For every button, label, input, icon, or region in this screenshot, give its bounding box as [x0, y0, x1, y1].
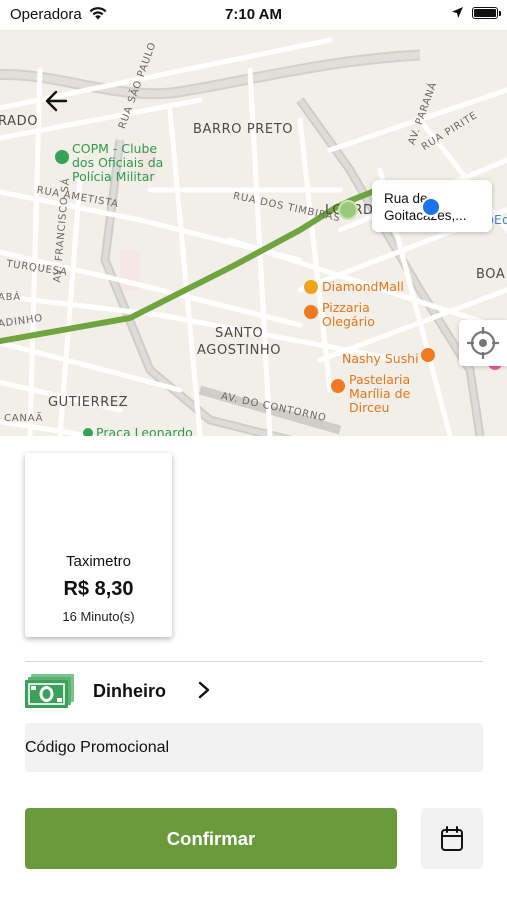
crosshair-icon — [467, 327, 499, 359]
poi-label-copm[interactable]: COPM - Clube dos Oficiais da Polícia Mil… — [72, 142, 172, 184]
payment-method-selector[interactable]: Dinheiro — [25, 670, 483, 712]
location-arrow-icon — [452, 7, 463, 18]
street-label: CANAÃ — [4, 413, 44, 424]
poi-label-pastelaria[interactable]: Pastelaria Marília de Dirceu — [349, 373, 431, 415]
promo-code-placeholder: Código Promocional — [25, 739, 170, 756]
poi-label-edge[interactable]: Ed — [494, 213, 507, 227]
calendar-icon — [441, 825, 463, 851]
neighborhood-label: GUTIERREZ — [48, 395, 129, 410]
poi-label-pizzaria[interactable]: Pizzaria Olegário — [322, 301, 382, 329]
street-label: ABÁ — [0, 292, 21, 303]
chevron-right-icon — [198, 681, 210, 699]
clock: 7:10 AM — [225, 6, 282, 23]
neighborhood-label: RADO — [0, 114, 39, 129]
poi-label-praca[interactable]: Praça Leonardo — [96, 426, 193, 437]
neighborhood-label: BOA V — [476, 267, 507, 282]
payment-method-label: Dinheiro — [93, 681, 167, 701]
schedule-button[interactable] — [421, 808, 483, 869]
confirm-button[interactable]: Confirmar — [25, 808, 397, 869]
origin-marker[interactable] — [338, 200, 358, 220]
promo-code-input[interactable]: Código Promocional — [25, 723, 483, 772]
route-map[interactable]: RADO BARRO PRETO LOURDES SANTO AGOSTINHO… — [0, 30, 507, 436]
fare-option-card[interactable]: Taximetro R$ 8,30 16 Minuto(s) — [25, 453, 172, 637]
fare-name: Taximetro — [65, 553, 132, 570]
arrow-left-icon — [45, 90, 68, 112]
poi-label-diamond-mall[interactable]: DiamondMall — [322, 280, 404, 294]
status-bar: Operadora 7:10 AM — [0, 0, 507, 30]
locate-me-button[interactable] — [459, 320, 507, 366]
back-button[interactable] — [42, 86, 74, 116]
cash-icon — [25, 674, 74, 708]
poi-label-nashy-sushi[interactable]: Nashy Sushi — [342, 352, 419, 366]
fare-duration: 16 Minuto(s) — [62, 609, 135, 624]
fare-price: R$ 8,30 — [63, 578, 134, 600]
neighborhood-label: AGOSTINHO — [197, 343, 282, 358]
neighborhood-label: BARRO PRETO — [193, 122, 294, 137]
destination-pin[interactable] — [421, 197, 441, 217]
neighborhood-label: SANTO — [215, 326, 264, 341]
battery-icon — [472, 7, 501, 19]
divider — [25, 661, 483, 662]
